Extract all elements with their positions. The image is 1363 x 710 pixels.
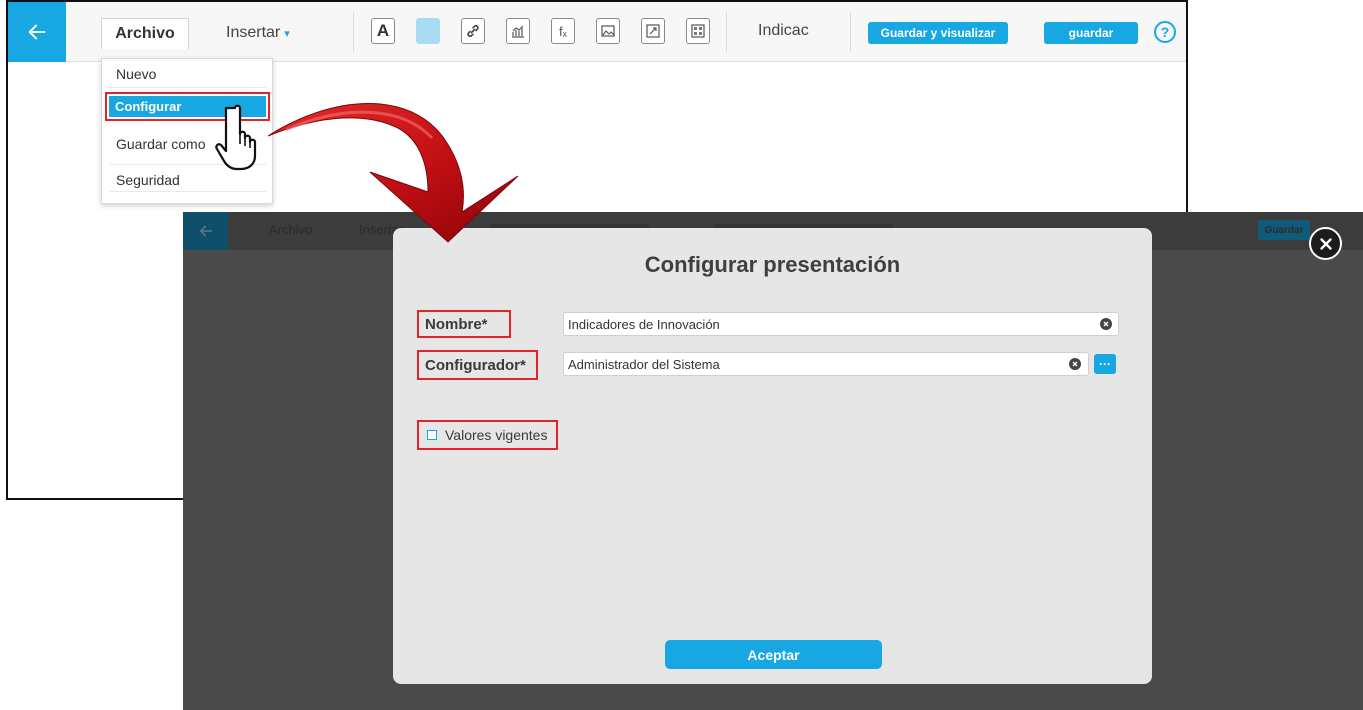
valores-vigentes-label: Valores vigentes [445, 427, 548, 443]
configurador-input[interactable]: Administrador del Sistema [563, 352, 1089, 376]
nombre-input[interactable]: Indicadores de Innovación [563, 312, 1119, 336]
chart-icon[interactable] [506, 18, 530, 44]
chevron-down-icon: ▾ [284, 28, 290, 40]
document-title: Indicac [758, 22, 809, 39]
save-button[interactable]: guardar [1044, 22, 1138, 44]
menu-item-seguridad[interactable]: Seguridad [116, 172, 180, 188]
configurador-lookup-button[interactable]: ··· [1094, 354, 1116, 374]
back-arrow-icon [199, 225, 212, 237]
back-button[interactable] [8, 2, 66, 62]
menu-insertar-label: Insertar [226, 24, 281, 41]
menu-insertar[interactable]: Insertar ▾ [226, 24, 290, 42]
function-icon[interactable]: fₓ [551, 18, 575, 44]
menu-divider [110, 87, 266, 88]
editor-toolbar: Archivo Insertar ▾ A fₓ Indicac Guardar … [8, 2, 1186, 62]
background-menu-archivo: Archivo [269, 222, 313, 237]
clear-icon[interactable] [1100, 318, 1112, 330]
resize-icon[interactable] [641, 18, 665, 44]
link-icon[interactable] [461, 18, 485, 44]
toolbar-divider [726, 12, 727, 52]
text-format-icon[interactable]: A [371, 18, 395, 44]
grid-icon[interactable] [686, 18, 710, 44]
nombre-label: Nombre* [417, 310, 511, 338]
accept-button[interactable]: Aceptar [665, 640, 882, 669]
valores-vigentes-checkbox[interactable] [427, 430, 437, 440]
back-arrow-icon [28, 24, 46, 40]
menu-item-nuevo[interactable]: Nuevo [116, 66, 156, 82]
close-icon[interactable] [1309, 227, 1342, 260]
menu-item-guardar-como[interactable]: Guardar como [116, 136, 205, 152]
valores-vigentes-option[interactable]: Valores vigentes [417, 420, 558, 450]
toolbar-divider [353, 12, 354, 52]
save-and-view-button[interactable]: Guardar y visualizar [868, 22, 1008, 44]
pointer-hand-icon [215, 104, 257, 171]
configurador-label: Configurador* [417, 350, 538, 380]
configurar-presentacion-dialog: Configurar presentación Nombre* Indicado… [393, 228, 1152, 684]
clear-icon[interactable] [1069, 358, 1081, 370]
menu-archivo[interactable]: Archivo [101, 18, 189, 49]
color-swatch-icon[interactable] [416, 18, 440, 44]
toolbar-divider [850, 12, 851, 52]
dialog-screenshot: Archivo Insertar Guardar Configurar pres… [183, 212, 1363, 710]
image-icon[interactable] [596, 18, 620, 44]
dialog-title: Configurar presentación [644, 252, 901, 277]
background-back-button [183, 212, 228, 250]
background-save-button: Guardar [1258, 220, 1310, 240]
help-icon[interactable]: ? [1154, 21, 1176, 43]
tutorial-canvas: Archivo Insertar ▾ A fₓ Indicac Guardar … [0, 0, 1363, 710]
menu-divider [110, 191, 266, 192]
